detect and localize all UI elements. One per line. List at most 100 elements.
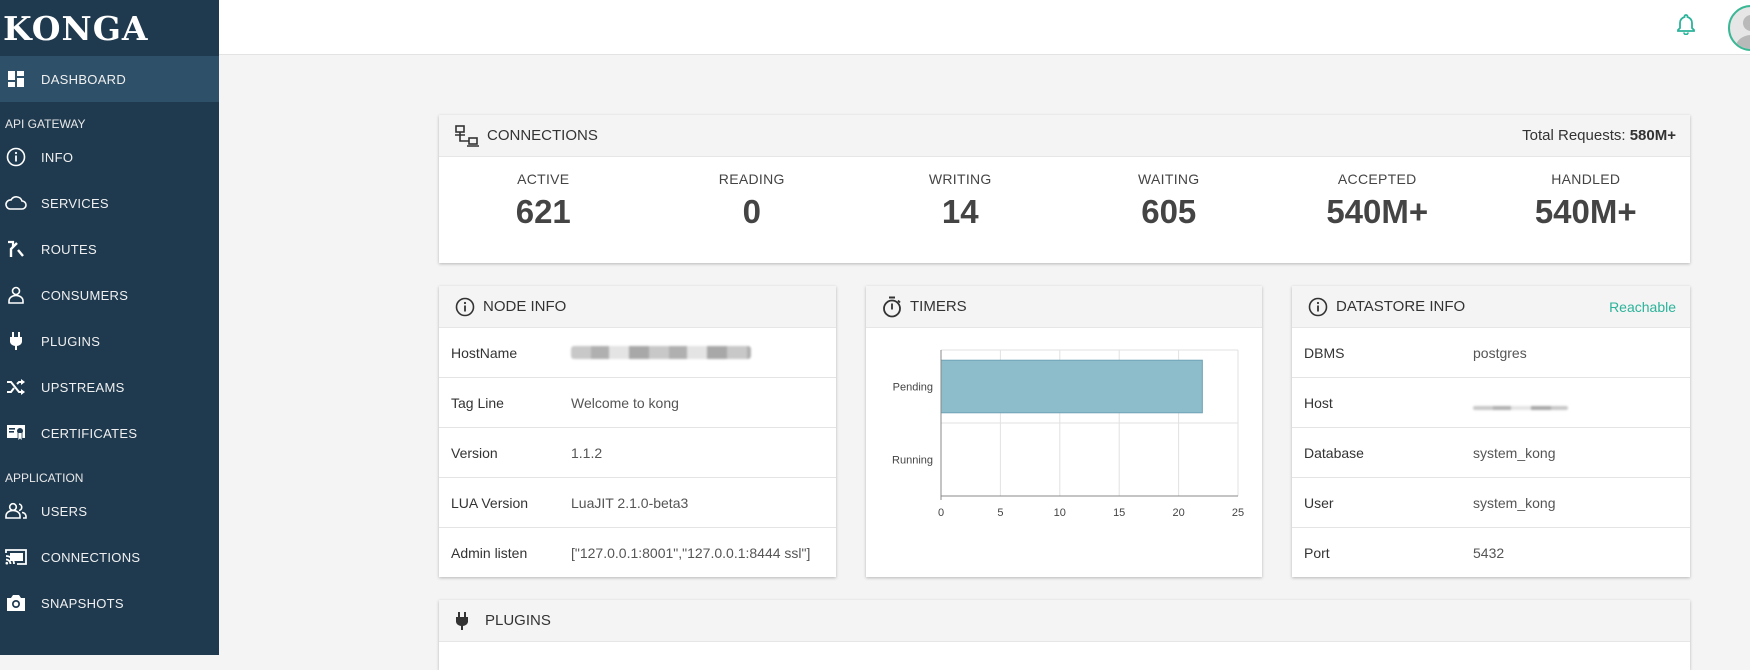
sidebar-item-label: SNAPSHOTS [41,595,124,611]
datastore-row: Host [1292,378,1690,428]
timers-header: TIMERS [866,286,1262,328]
row-key: LUA Version [451,494,529,511]
info-icon [1308,297,1328,317]
connections-header: CONNECTIONS Total Requests: 580M+ [439,115,1690,157]
sidebar-item-certificates[interactable]: CERTIFICATES [0,410,219,456]
x-tick-label: 25 [1232,507,1244,519]
node-info-card: NODE INFO HostName Tag Line Welcome to ko… [439,286,836,577]
sidebar-item-plugins[interactable]: PLUGINS [0,318,219,364]
redacted-value [571,346,751,359]
sidebar-item-label: DASHBOARD [41,71,127,87]
x-tick-label: 20 [1172,507,1184,519]
sidebar-item-label: CERTIFICATES [41,425,138,441]
stat-value: 605 [1141,193,1197,230]
x-tick-label: 15 [1113,507,1125,519]
info-row: HostName [439,328,836,378]
datastore-row: User system_kong [1292,478,1690,528]
bar-pending [940,359,1203,414]
stat-label: WRITING [928,171,992,187]
stat-label: READING [718,171,785,187]
sidebar-item-upstreams[interactable]: UPSTREAMS [0,364,219,410]
row-key: Database [1304,444,1364,461]
row-value: system_kong [1473,444,1556,461]
plug-icon [455,611,469,631]
plug-icon [5,330,27,352]
row-key: Port [1304,545,1330,561]
node-info-header: NODE INFO [439,286,836,328]
sidebar-item-dashboard[interactable]: DASHBOARD [0,56,219,102]
node-info-title: NODE INFO [483,298,567,315]
datastore-card: DATASTORE INFO Reachable DBMS postgres Ho… [1292,286,1690,577]
row-key: Version [451,444,498,461]
plugins-card: PLUGINS [439,600,1690,670]
stopwatch-icon [882,296,902,318]
datastore-row: Database system_kong [1292,428,1690,478]
stat-reading: READING 0 [648,171,857,231]
stat-value: 0 [742,193,761,230]
stat-value: 540M+ [1534,193,1637,230]
x-tick-label: 10 [1054,507,1066,519]
sidebar-item-label: ROUTES [41,241,97,257]
cloud-icon [5,192,27,214]
row-value: LuaJIT 2.1.0-beta3 [571,494,689,511]
status-badge: Reachable [1609,298,1676,315]
row-value: 5432 [1473,545,1505,561]
plugins-header: PLUGINS [439,600,1690,642]
connection-stats: ACTIVE 621 READING 0 WRITING 14 WAITING 605 … [439,157,1690,231]
info-icon [5,146,27,168]
total-requests: Total Requests: 580M+ [1522,127,1676,144]
shuffle-icon [5,376,27,398]
datastore-row: Port 5432 [1292,528,1690,578]
sidebar-item-info[interactable]: INFO [0,134,219,180]
stat-label: HANDLED [1551,171,1621,187]
connections-title: CONNECTIONS [487,127,598,144]
info-icon [455,297,475,317]
row-key: User [1304,494,1334,511]
sidebar-item-connections[interactable]: CONNECTIONS [0,534,219,580]
sidebar-item-label: CONSUMERS [41,287,129,303]
sidebar-item-label: UPSTREAMS [41,379,125,395]
stat-accepted: ACCEPTED 540M+ [1273,171,1482,231]
cast-icon [5,546,27,568]
row-key: DBMS [1304,344,1345,361]
sidebar-item-users[interactable]: USERS [0,488,219,534]
info-row: Admin listen ["127.0.0.1:8001","127.0.0.1… [439,528,836,578]
timers-title: TIMERS [910,298,967,315]
stat-label: WAITING [1138,171,1200,187]
users-icon [5,500,27,522]
konga-logo[interactable]: KONGA [0,0,219,56]
network-icon [455,124,479,147]
total-requests-value: 580M+ [1629,127,1676,144]
row-key: Tag Line [451,394,504,411]
redacted-value [1473,405,1568,410]
avatar[interactable] [1728,5,1750,51]
x-tick-label: 0 [938,507,944,519]
timers-chart: 0 5 10 15 20 25 Pending Running [892,349,1244,519]
datastore-header: DATASTORE INFO Reachable [1292,286,1690,328]
bell-icon[interactable] [1677,13,1695,40]
row-value: postgres [1473,344,1527,361]
sidebar-item-snapshots[interactable]: SNAPSHOTS [0,580,219,626]
stat-writing: WRITING 14 [856,171,1065,231]
stat-label: ACCEPTED [1337,171,1417,187]
info-row: LUA Version LuaJIT 2.1.0-beta3 [439,478,836,528]
sidebar-item-label: USERS [41,503,88,519]
row-value: ["127.0.0.1:8001","127.0.0.1:8444 ssl"] [571,545,811,561]
sidebar-item-routes[interactable]: ROUTES [0,226,219,272]
routes-icon [5,238,27,260]
sidebar-item-services[interactable]: SERVICES [0,180,219,226]
datastore-row: DBMS postgres [1292,328,1690,378]
section-application: APPLICATION [5,471,84,485]
sidebar: KONGA DASHBOARD API GATEWAY INFO SERVICE… [0,0,219,655]
stat-active: ACTIVE 621 [439,171,648,231]
y-category-label: Pending [893,382,933,394]
stat-value: 14 [941,193,979,230]
camera-icon [5,592,27,614]
dashboard-icon [5,68,27,90]
row-value: 1.1.2 [571,444,603,461]
stat-value: 621 [515,193,571,230]
total-requests-label: Total Requests: [1522,127,1626,144]
sidebar-item-consumers[interactable]: CONSUMERS [0,272,219,318]
row-value: Welcome to kong [571,394,679,411]
y-category-label: Running [892,455,933,467]
